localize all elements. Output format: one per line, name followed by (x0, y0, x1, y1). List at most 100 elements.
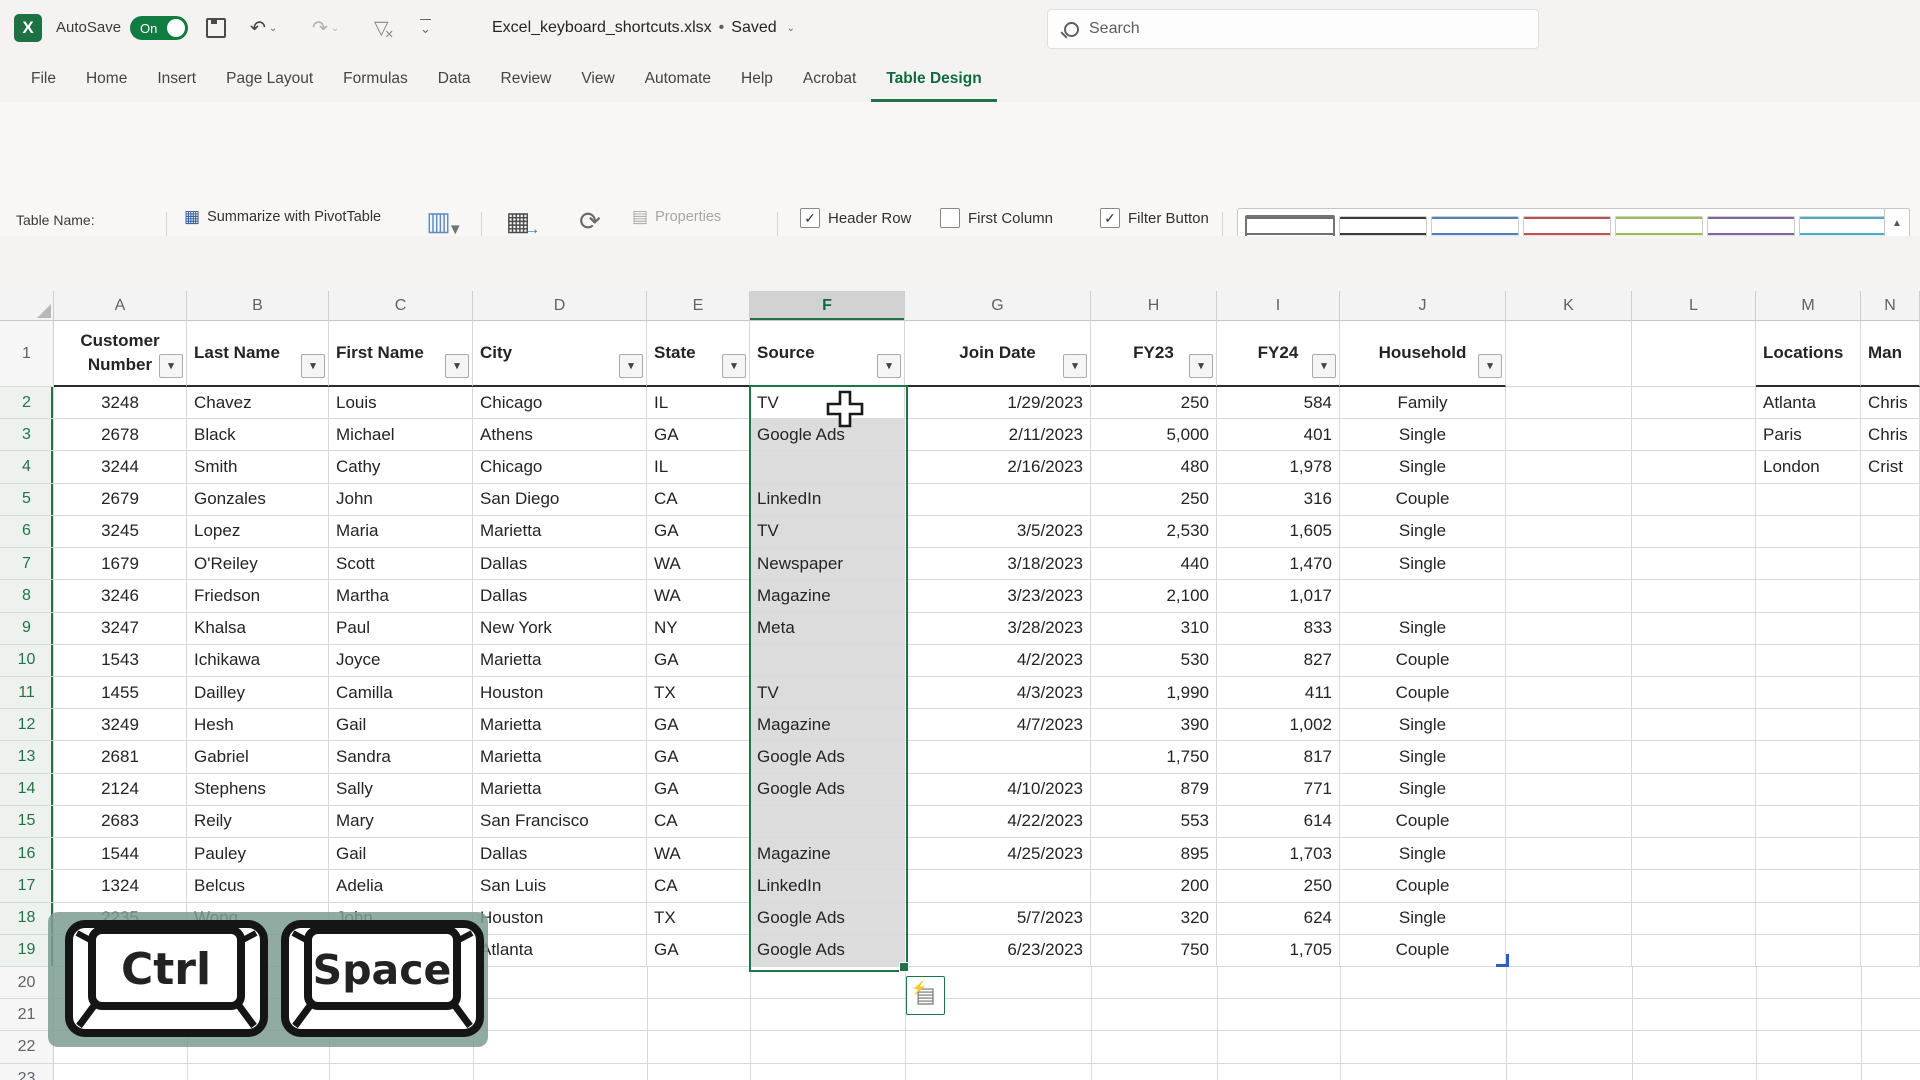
autosave-toggle[interactable]: On (130, 16, 188, 40)
search-input[interactable]: Search (1047, 9, 1539, 49)
filter-button[interactable]: ▾ (1063, 354, 1087, 378)
cell[interactable]: Chris (1861, 387, 1920, 420)
cell[interactable]: 3248 (54, 387, 187, 420)
cell[interactable]: 750 (1091, 934, 1217, 967)
cell[interactable]: 1543 (54, 644, 187, 677)
cell[interactable]: Gail (329, 838, 473, 871)
col-letter-I[interactable]: I (1217, 291, 1340, 321)
col-letter-C[interactable]: C (329, 291, 473, 321)
cell[interactable] (1756, 515, 1861, 549)
column-header-customer-number[interactable]: Customer Number ▾ (54, 321, 187, 387)
cell[interactable]: 3/23/2023 (905, 580, 1091, 613)
cell[interactable]: 1/29/2023 (905, 387, 1091, 420)
cell[interactable]: 530 (1091, 644, 1217, 677)
cell[interactable] (1340, 580, 1506, 613)
row-header[interactable]: 7 (0, 548, 54, 581)
cell[interactable]: Chicago (473, 387, 647, 420)
row-header[interactable]: 11 (0, 676, 54, 710)
cell[interactable]: Google Ads (750, 934, 905, 967)
cell[interactable]: WA (647, 580, 750, 613)
cell[interactable]: Marietta (473, 773, 647, 806)
filter-button[interactable]: ▾ (445, 354, 469, 378)
cell[interactable]: 250 (1091, 387, 1217, 420)
cell[interactable] (1506, 321, 1632, 387)
cell[interactable] (750, 805, 905, 839)
cell[interactable]: 1,703 (1217, 838, 1340, 871)
cell[interactable]: Single (1340, 838, 1506, 871)
cell[interactable]: 771 (1217, 773, 1340, 806)
cell[interactable]: Gabriel (187, 741, 329, 774)
cell[interactable]: GA (647, 644, 750, 677)
row-header[interactable]: 18 (0, 902, 54, 935)
clear-filter-button[interactable]: ▽✕ (374, 0, 398, 56)
cell[interactable]: Google Ads (750, 902, 905, 935)
row-header[interactable]: 4 (0, 451, 54, 484)
cell[interactable]: CA (647, 483, 750, 516)
cell[interactable] (1861, 548, 1920, 581)
summarize-with-pivottable-button[interactable]: ▦ Summarize with PivotTable (184, 208, 381, 225)
checkbox-header-row[interactable]: ✓ Header Row (800, 208, 911, 228)
gallery-scroll-up-button[interactable]: ▲ (1884, 208, 1910, 239)
row-header[interactable]: 3 (0, 419, 54, 452)
cell[interactable] (1506, 515, 1632, 549)
cell[interactable] (1756, 773, 1861, 806)
row-header[interactable]: 10 (0, 644, 54, 677)
cell[interactable] (1506, 612, 1632, 645)
column-header-man[interactable]: Man (1861, 321, 1920, 387)
cell[interactable] (1506, 644, 1632, 677)
cell[interactable]: London (1756, 451, 1861, 484)
cell[interactable]: 5/7/2023 (905, 902, 1091, 935)
cell[interactable]: GA (647, 419, 750, 452)
cell[interactable]: New York (473, 612, 647, 645)
cell[interactable]: LinkedIn (750, 483, 905, 516)
cell[interactable]: 316 (1217, 483, 1340, 516)
cell[interactable] (1756, 612, 1861, 645)
cell[interactable]: Magazine (750, 580, 905, 613)
cell[interactable] (1506, 741, 1632, 774)
column-header-source[interactable]: Source ▾ (750, 321, 905, 387)
cell[interactable] (1861, 580, 1920, 613)
tab-view[interactable]: View (566, 56, 629, 102)
cell[interactable] (1632, 709, 1756, 742)
cell[interactable]: Cathy (329, 451, 473, 484)
cell[interactable]: Meta (750, 612, 905, 645)
tab-automate[interactable]: Automate (630, 56, 726, 102)
cell[interactable]: Paul (329, 612, 473, 645)
cell[interactable]: Houston (473, 676, 647, 710)
excel-app-icon[interactable]: X (14, 14, 42, 42)
col-letter-K[interactable]: K (1506, 291, 1632, 321)
row-header[interactable]: 14 (0, 773, 54, 806)
cell[interactable]: Joyce (329, 644, 473, 677)
cell[interactable] (1632, 902, 1756, 935)
cell[interactable]: Dallas (473, 580, 647, 613)
cell[interactable] (1756, 548, 1861, 581)
cell[interactable] (1756, 870, 1861, 903)
cell[interactable]: Reily (187, 805, 329, 839)
column-header-city[interactable]: City ▾ (473, 321, 647, 387)
cell[interactable] (1506, 548, 1632, 581)
cell[interactable]: Dallas (473, 548, 647, 581)
row-header[interactable]: 21 (0, 999, 54, 1032)
cell[interactable]: Scott (329, 548, 473, 581)
cell[interactable] (1861, 676, 1920, 710)
tab-file[interactable]: File (16, 56, 71, 102)
row-header[interactable]: 17 (0, 870, 54, 903)
cell[interactable]: 614 (1217, 805, 1340, 839)
cell[interactable]: Marietta (473, 515, 647, 549)
tab-insert[interactable]: Insert (142, 56, 211, 102)
cell[interactable]: 1455 (54, 676, 187, 710)
cell[interactable] (1506, 483, 1632, 516)
cell[interactable] (1506, 676, 1632, 710)
cell[interactable]: Dailley (187, 676, 329, 710)
cell[interactable] (1632, 870, 1756, 903)
row-header[interactable]: 15 (0, 805, 54, 839)
cell[interactable]: Couple (1340, 934, 1506, 967)
cell[interactable]: 1544 (54, 838, 187, 871)
cell[interactable] (1506, 805, 1632, 839)
cell[interactable] (905, 741, 1091, 774)
col-letter-G[interactable]: G (905, 291, 1091, 321)
cell[interactable]: 3249 (54, 709, 187, 742)
cell[interactable]: Camilla (329, 676, 473, 710)
cell[interactable]: Google Ads (750, 773, 905, 806)
cell[interactable] (1632, 676, 1756, 710)
